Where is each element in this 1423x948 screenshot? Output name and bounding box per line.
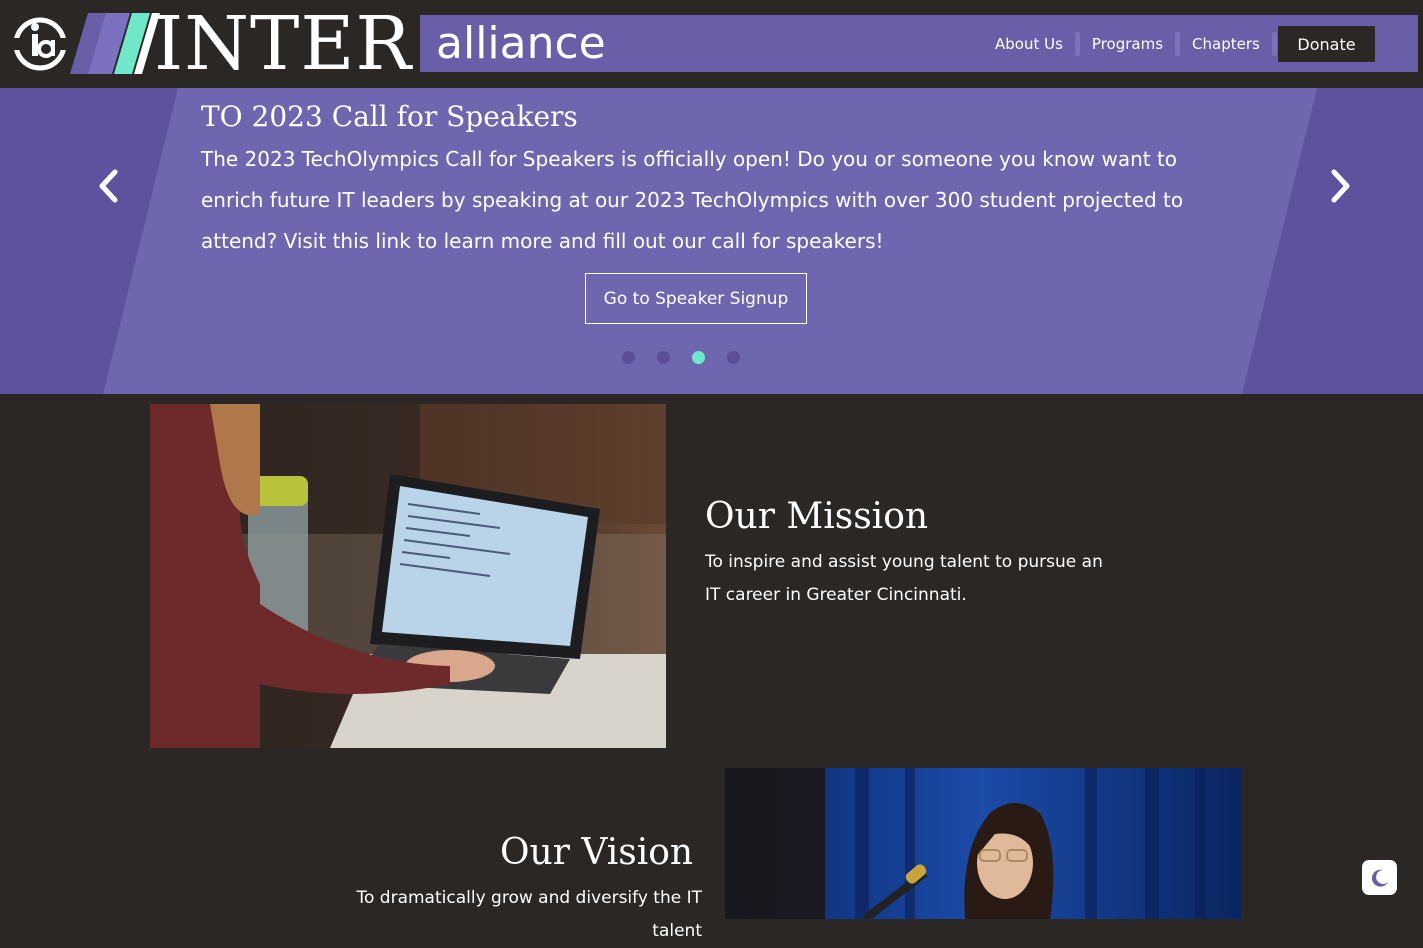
nav-link-about-us[interactable]: About Us <box>995 28 1063 60</box>
carousel-dot-1[interactable] <box>622 351 635 364</box>
main-nav: About Us Programs Chapters <box>995 26 1289 62</box>
interalliance-logo-icon[interactable] <box>14 10 66 78</box>
mission-heading: Our Mission <box>705 496 929 537</box>
wordmark-alliance[interactable]: alliance <box>436 15 606 72</box>
slide-text: The 2023 TechOlympics Call for Speakers … <box>201 147 1184 253</box>
hero-carousel: TO 2023 Call for Speakers The 2023 TechO… <box>0 88 1423 394</box>
nav-separator <box>1175 32 1181 56</box>
speaker-signup-button[interactable]: Go to Speaker Signup <box>585 273 807 324</box>
mission-text: To inspire and assist young talent to pu… <box>705 552 1103 605</box>
vision-heading: Our Vision <box>500 832 694 873</box>
carousel-dot-3-active[interactable] <box>692 351 705 364</box>
mission-photo-student-laptop <box>150 404 666 748</box>
site-header: INTER alliance About Us Programs Chapter… <box>0 0 1423 88</box>
vision-text: To dramatically grow and diversify the I… <box>356 888 703 941</box>
carousel-next-chevron-right-icon[interactable] <box>1325 166 1355 206</box>
logo-slash-decoration <box>70 13 160 74</box>
nav-link-programs[interactable]: Programs <box>1092 28 1163 60</box>
slide-title: TO 2023 Call for Speakers <box>201 100 578 133</box>
nav-link-chapters[interactable]: Chapters <box>1192 28 1260 60</box>
nav-separator <box>1271 32 1277 56</box>
wordmark-inter[interactable]: INTER <box>154 4 412 84</box>
vision-photo-speaker <box>725 768 1241 919</box>
carousel-dot-4[interactable] <box>727 351 740 364</box>
carousel-prev-chevron-left-icon[interactable] <box>94 166 124 206</box>
carousel-dot-2[interactable] <box>657 351 670 364</box>
moon-icon <box>1371 869 1388 887</box>
donate-button[interactable]: Donate <box>1278 26 1375 62</box>
nav-separator <box>1074 32 1080 56</box>
carousel-indicators <box>622 351 762 364</box>
theme-toggle-button[interactable] <box>1362 860 1397 895</box>
